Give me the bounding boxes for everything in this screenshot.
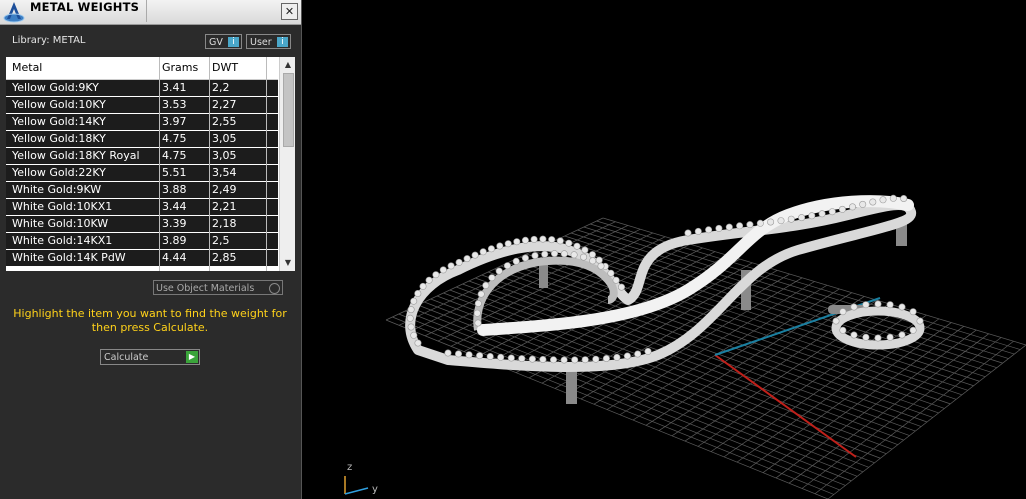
table-row[interactable]: White Gold:14K PdW 4.44 2,85 [6,250,278,266]
gv-toggle-label: GV [209,37,223,48]
panel-titlebar[interactable]: METAL WEIGHTS ✕ [0,0,301,25]
close-icon: ✕ [284,5,295,18]
column-divider [209,57,210,271]
metal-cell: White Gold:14KX1 [12,234,113,247]
scroll-down-arrow-icon[interactable]: ▼ [283,258,293,268]
3d-viewport[interactable]: z y [308,0,1026,499]
table-header: Metal Grams DWT [6,57,278,80]
table-row[interactable]: Yellow Gold:18KY Royal 4.75 3,05 [6,148,278,164]
metal-table: Metal Grams DWT Yellow Gold:9KY 3.41 2,2 Ye… [6,57,295,271]
column-header-grams[interactable]: Grams [162,57,208,79]
grams-cell: 4.44 [162,251,187,264]
metal-cell: Yellow Gold:10KY [12,98,106,111]
metal-cell: Yellow Gold:22KY [12,166,106,179]
scroll-up-arrow-icon[interactable]: ▲ [283,60,293,70]
dwt-cell: 3,54 [212,166,237,179]
user-toggle[interactable]: User i [246,34,291,49]
grams-cell: 3.53 [162,98,187,111]
use-object-materials-label: Use Object Materials [156,283,255,294]
gv-toggle[interactable]: GV i [205,34,242,49]
panel-title: METAL WEIGHTS [30,0,147,22]
dwt-cell: 2,85 [212,251,237,264]
column-header-dwt[interactable]: DWT [212,57,266,79]
library-label: Library: METAL [12,35,86,46]
dwt-cell: 2,49 [212,183,237,196]
table-row[interactable]: White Gold:9KW 3.88 2,49 [6,182,278,198]
column-divider [159,57,160,271]
table-row[interactable]: Yellow Gold:14KY 3.97 2,55 [6,114,278,130]
column-header-metal[interactable]: Metal [12,57,157,79]
user-toggle-label: User [250,37,272,48]
dwt-cell: 2,2 [212,81,230,94]
table-row[interactable]: White Gold:10KW 3.39 2,18 [6,216,278,232]
axis-y-label: y [372,484,378,495]
metal-cell: White Gold:10KW [12,217,109,230]
dwt-cell: 2,5 [212,234,230,247]
axis-gizmo [344,476,369,495]
grams-cell: 4.75 [162,149,187,162]
column-divider [266,57,267,271]
grams-cell: 3.41 [162,81,187,94]
table-row[interactable]: Yellow Gold:18KY 4.75 3,05 [6,131,278,147]
dwt-cell: 2,27 [212,98,237,111]
jewelry-model[interactable] [405,194,925,404]
close-button[interactable]: ✕ [281,3,298,20]
table-row[interactable]: Yellow Gold:10KY 3.53 2,27 [6,97,278,113]
table-scrollbar[interactable]: ▲ ▼ [279,57,295,271]
grams-cell: 3.39 [162,217,187,230]
info-icon: i [228,37,239,47]
dwt-cell: 2,18 [212,217,237,230]
axis-z-label: z [347,462,353,473]
use-object-materials-button[interactable]: Use Object Materials [153,280,283,295]
grams-cell: 3.88 [162,183,187,196]
grams-cell: 4.75 [162,132,187,145]
metal-cell: White Gold:10KX1 [12,200,113,213]
table-row[interactable]: Yellow Gold:22KY 5.51 3,54 [6,165,278,181]
grams-cell: 3.44 [162,200,187,213]
scroll-thumb[interactable] [283,73,294,147]
instruction-text: Highlight the item you want to find the … [13,307,287,334]
dwt-cell: 2,55 [212,115,237,128]
table-row[interactable]: Yellow Gold:9KY 3.41 2,2 [6,80,278,96]
metal-cell: Yellow Gold:9KY [12,81,99,94]
dwt-cell: 3,05 [212,132,237,145]
play-arrow-icon: ▶ [186,351,198,363]
calculate-label: Calculate [104,352,149,363]
info-icon: i [277,37,288,47]
metal-cell: White Gold:14K PdW [12,251,126,264]
grams-cell: 3.89 [162,234,187,247]
dwt-cell: 3,05 [212,149,237,162]
app-logo-icon [3,2,25,23]
dwt-cell: 2,21 [212,200,237,213]
table-body: Yellow Gold:9KY 3.41 2,2 Yellow Gold:10KY 3.… [6,80,278,267]
metal-cell: Yellow Gold:18KY Royal [12,149,140,162]
grams-cell: 3.97 [162,115,187,128]
metal-cell: Yellow Gold:18KY [12,132,106,145]
radio-circle-icon [269,283,280,294]
table-row[interactable]: White Gold:10KX1 3.44 2,21 [6,199,278,215]
grams-cell: 5.51 [162,166,187,179]
metal-cell: Yellow Gold:14KY [12,115,106,128]
table-row[interactable]: White Gold:14KX1 3.89 2,5 [6,233,278,249]
metal-weights-panel: METAL WEIGHTS ✕ Library: METAL GV i User… [0,0,302,499]
viewport-scene [344,194,1026,499]
calculate-button[interactable]: Calculate ▶ [100,349,200,365]
metal-cell: White Gold:9KW [12,183,102,196]
